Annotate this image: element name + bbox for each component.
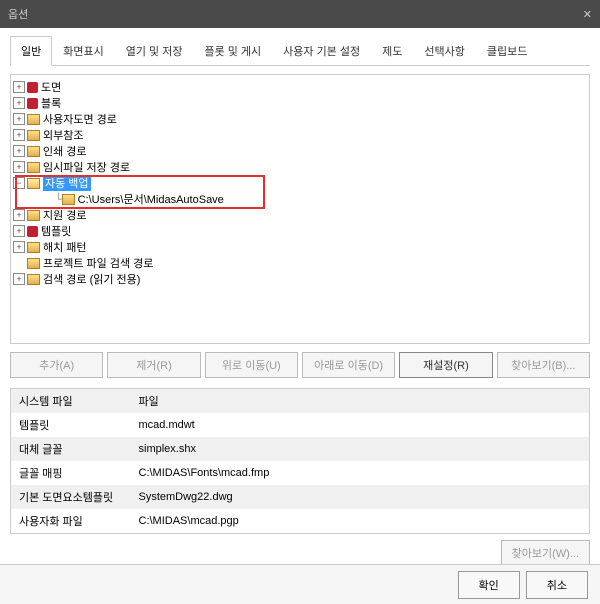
table-header: 파일 — [131, 389, 590, 414]
table-header: 시스템 파일 — [11, 389, 131, 414]
folder-icon — [27, 130, 40, 141]
tab-2[interactable]: 열기 및 저장 — [115, 36, 194, 66]
ok-button[interactable]: 확인 — [458, 571, 520, 599]
tree-item[interactable]: + 해치 패턴 — [13, 239, 587, 255]
tree-item[interactable]: + 블록 — [13, 95, 587, 111]
expander-icon[interactable]: + — [13, 273, 25, 285]
expander-icon[interactable]: + — [13, 209, 25, 221]
dialog-footer: 확인 취소 — [0, 564, 600, 604]
expander-icon[interactable]: + — [13, 225, 25, 237]
window-title: 옵션 — [8, 6, 28, 22]
browse2-button: 찾아보기(W)... — [501, 540, 590, 566]
red-icon — [27, 98, 38, 109]
remove-button: 제거(R) — [107, 352, 200, 378]
tree-label: 도면 — [41, 79, 61, 95]
tree-item[interactable]: 프로젝트 파일 검색 경로 — [13, 255, 587, 271]
highlight-annotation — [15, 175, 265, 209]
expander-icon[interactable]: + — [13, 145, 25, 157]
tab-6[interactable]: 선택사항 — [413, 36, 475, 66]
tree-item[interactable]: + 지원 경로 — [13, 207, 587, 223]
tree-item[interactable]: + 인쇄 경로 — [13, 143, 587, 159]
tree-buttons: 추가(A) 제거(R) 위로 이동(U) 아래로 이동(D) 재설정(R) 찾아… — [10, 352, 590, 378]
table-row[interactable]: 사용자화 파일C:\MIDAS\mcad.pgp — [11, 509, 590, 534]
titlebar: 옵션 ✕ — [0, 0, 600, 28]
system-files-table: 시스템 파일파일템플릿mcad.mdwt대체 글꼴simplex.shx글꼴 매… — [10, 388, 590, 534]
tree-label: 지원 경로 — [43, 207, 87, 223]
tree-label: 블록 — [41, 95, 61, 111]
expander-icon[interactable]: + — [13, 113, 25, 125]
tree-item[interactable]: + 검색 경로 (읽기 전용) — [13, 271, 587, 287]
tree-view[interactable]: +도면+블록+사용자도면 경로+외부참조+인쇄 경로+임시파일 저장 경로−자동… — [10, 74, 590, 344]
tab-7[interactable]: 클립보드 — [476, 36, 538, 66]
tab-3[interactable]: 플롯 및 게시 — [193, 36, 272, 66]
red-icon — [27, 82, 38, 93]
tree-label: 인쇄 경로 — [43, 143, 87, 159]
folder-icon — [27, 274, 40, 285]
tree-item[interactable]: + 임시파일 저장 경로 — [13, 159, 587, 175]
expander-icon[interactable]: + — [13, 241, 25, 253]
table-row[interactable]: 템플릿mcad.mdwt — [11, 413, 590, 437]
expander-icon[interactable]: + — [13, 97, 25, 109]
folder-icon — [27, 210, 40, 221]
content-area: 일반화면표시열기 및 저장플롯 및 게시사용자 기본 설정제도선택사항클립보드 … — [0, 28, 600, 574]
tree-label: 검색 경로 (읽기 전용) — [43, 271, 140, 287]
red-icon — [27, 226, 38, 237]
folder-icon — [27, 258, 40, 269]
expander-icon[interactable]: + — [13, 81, 25, 93]
tree-item[interactable]: + 도면 — [13, 79, 587, 95]
folder-icon — [27, 242, 40, 253]
close-icon[interactable]: ✕ — [583, 8, 592, 21]
tree-item[interactable]: + 사용자도면 경로 — [13, 111, 587, 127]
tab-5[interactable]: 제도 — [371, 36, 413, 66]
tree-label: 임시파일 저장 경로 — [43, 159, 130, 175]
tree-label: 외부참조 — [43, 127, 83, 143]
table-row[interactable]: 글꼴 매핑C:\MIDAS\Fonts\mcad.fmp — [11, 461, 590, 485]
movedown-button: 아래로 이동(D) — [302, 352, 395, 378]
tab-bar: 일반화면표시열기 및 저장플롯 및 게시사용자 기본 설정제도선택사항클립보드 — [10, 36, 590, 66]
tab-1[interactable]: 화면표시 — [52, 36, 114, 66]
browse-row: 찾아보기(W)... — [10, 540, 590, 566]
tree-label: 템플릿 — [41, 223, 71, 239]
tree-item[interactable]: + 외부참조 — [13, 127, 587, 143]
reset-button[interactable]: 재설정(R) — [399, 352, 492, 378]
table-row[interactable]: 기본 도면요소템플릿SystemDwg22.dwg — [11, 485, 590, 509]
expander-icon[interactable]: + — [13, 161, 25, 173]
add-button: 추가(A) — [10, 352, 103, 378]
tab-0[interactable]: 일반 — [10, 36, 52, 66]
tree-label: 프로젝트 파일 검색 경로 — [43, 255, 153, 271]
tree-label: 사용자도면 경로 — [43, 111, 117, 127]
browse-button: 찾아보기(B)... — [497, 352, 590, 378]
tab-4[interactable]: 사용자 기본 설정 — [272, 36, 371, 66]
tree-item[interactable]: + 템플릿 — [13, 223, 587, 239]
table-row[interactable]: 대체 글꼴simplex.shx — [11, 437, 590, 461]
moveup-button: 위로 이동(U) — [205, 352, 298, 378]
expander-icon[interactable]: + — [13, 129, 25, 141]
cancel-button[interactable]: 취소 — [526, 571, 588, 599]
folder-icon — [27, 114, 40, 125]
tree-label: 해치 패턴 — [43, 239, 87, 255]
folder-icon — [27, 146, 40, 157]
folder-icon — [27, 162, 40, 173]
